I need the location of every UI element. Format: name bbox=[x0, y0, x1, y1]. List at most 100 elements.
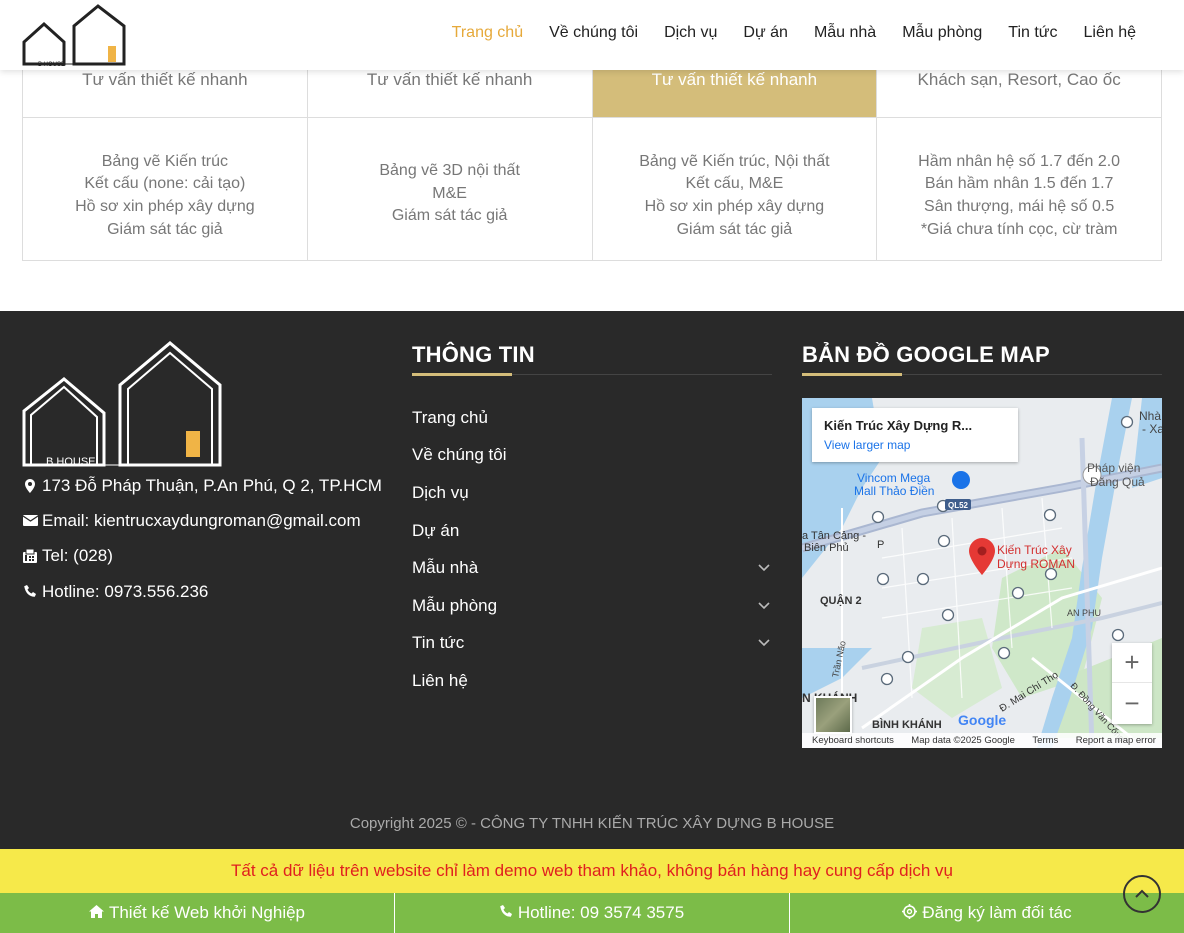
footer-link-home[interactable]: Trang chủ bbox=[412, 399, 772, 437]
map-label: Vincom Mega bbox=[857, 471, 930, 485]
fax-icon bbox=[22, 549, 38, 564]
view-larger-map-link[interactable]: View larger map bbox=[824, 438, 1006, 452]
pricing-column: Tư vấn thiết kế nhanh Bảng vẽ 3D nội thấ… bbox=[307, 51, 593, 260]
phone-icon bbox=[22, 585, 38, 598]
footer-link-label: Mẫu phòng bbox=[412, 595, 498, 615]
footer-link-label: Dự án bbox=[412, 520, 460, 540]
envelope-icon bbox=[22, 515, 38, 527]
terms-link[interactable]: Terms bbox=[1032, 735, 1058, 746]
footer-link-services[interactable]: Dịch vụ bbox=[412, 474, 772, 512]
nav-item-room-samples[interactable]: Mẫu phòng bbox=[902, 24, 982, 42]
nav-item-news[interactable]: Tin tức bbox=[1008, 24, 1057, 42]
pricing-body: Bảng vẽ 3D nội thất M&E Giám sát tác giả bbox=[308, 118, 592, 260]
footer-link-label: Tin tức bbox=[412, 633, 465, 653]
contact-address-text: 173 Đỗ Pháp Thuận, P.An Phú, Q 2, TP.HCM bbox=[42, 475, 382, 495]
info-heading-divider bbox=[412, 373, 772, 376]
home-icon bbox=[88, 904, 104, 922]
pricing-item: Kết cấu, M&E bbox=[685, 175, 784, 193]
pricing-item: Bảng vẽ Kiến trúc, Nội thất bbox=[639, 152, 830, 170]
map-pin-label: Dựng ROMAN bbox=[997, 557, 1075, 571]
footer-link-house-samples[interactable]: Mẫu nhà bbox=[412, 549, 772, 587]
site-header: B HOUSE Trang chủ Về chúng tôi Dịch vụ D… bbox=[0, 0, 1184, 70]
contact-address: 173 Đỗ Pháp Thuận, P.An Phú, Q 2, TP.HCM bbox=[22, 468, 382, 503]
google-map[interactable]: Vincom Mega Mall Thảo Điền QL52 a Tân Cả… bbox=[802, 398, 1162, 748]
info-heading: THÔNG TIN bbox=[412, 342, 535, 367]
map-label: Biên Phủ bbox=[804, 542, 849, 554]
map-label: AN PHU bbox=[1067, 608, 1101, 618]
map-heading: BẢN ĐỒ GOOGLE MAP bbox=[802, 342, 1050, 367]
contact-email: Email: kientrucxaydungroman@gmail.com bbox=[22, 503, 382, 538]
contact-email-text[interactable]: Email: kientrucxaydungroman@gmail.com bbox=[42, 511, 361, 531]
footer-links: Trang chủ Về chúng tôi Dịch vụ Dự án Mẫu… bbox=[412, 399, 772, 700]
copyright: Copyright 2025 © - CÔNG TY TNHH KIẾN TRÚ… bbox=[349, 815, 835, 832]
hotline-button[interactable]: Hotline: 09 3574 3575 bbox=[395, 893, 790, 933]
footer-link-label: Về chúng tôi bbox=[412, 445, 507, 465]
nav-item-services[interactable]: Dịch vụ bbox=[664, 24, 717, 42]
map-label: Mall Thảo Điền bbox=[854, 484, 934, 498]
keyboard-shortcuts-link[interactable]: Keyboard shortcuts bbox=[812, 735, 894, 746]
chevron-down-icon[interactable] bbox=[758, 561, 770, 575]
nav-item-contact[interactable]: Liên hệ bbox=[1084, 24, 1137, 42]
pricing-item: Bán hầm nhân 1.5 đến 1.7 bbox=[924, 175, 1114, 193]
map-zoom-controls: + − bbox=[1112, 643, 1152, 724]
footer-link-news[interactable]: Tin tức bbox=[412, 625, 772, 663]
contact-hotline: Hotline: 0973.556.236 bbox=[22, 574, 382, 609]
main-nav: Trang chủ Về chúng tôi Dịch vụ Dự án Mẫu… bbox=[426, 24, 1136, 42]
contact-list: 173 Đỗ Pháp Thuận, P.An Phú, Q 2, TP.HCM… bbox=[22, 468, 382, 609]
pricing-column: Tư vấn thiết kế nhanh Bảng vẽ Kiến trúc … bbox=[23, 51, 308, 260]
chevron-up-icon bbox=[1135, 885, 1149, 903]
satellite-toggle[interactable] bbox=[814, 696, 852, 734]
startup-web-label: Thiết kế Web khởi Nghiệp bbox=[108, 903, 306, 922]
startup-web-button[interactable]: Thiết kế Web khởi Nghiệp bbox=[0, 893, 395, 933]
map-data-text: Map data ©2025 Google bbox=[911, 735, 1015, 746]
map-label: Nhà bbox=[1139, 409, 1161, 423]
footer-link-contact[interactable]: Liên hệ bbox=[412, 662, 772, 700]
pricing-item: Hồ sơ xin phép xây dựng bbox=[644, 198, 825, 215]
chevron-down-icon[interactable] bbox=[758, 636, 770, 650]
pricing-item: Giám sát tác giả bbox=[107, 220, 223, 238]
report-map-error-link[interactable]: Report a map error bbox=[1076, 735, 1156, 746]
zoom-out-button[interactable]: − bbox=[1112, 683, 1152, 723]
map-label: Đăng Quả bbox=[1090, 475, 1145, 489]
hotline-label: Hotline: 09 3574 3575 bbox=[517, 903, 685, 922]
map-label: QL52 bbox=[948, 501, 969, 510]
pricing-item: Hồ sơ xin phép xây dựng bbox=[75, 198, 255, 215]
logo-text: B HOUSE bbox=[38, 62, 65, 68]
map-place-name: Kiến Trúc Xây Dựng R... bbox=[824, 418, 973, 433]
pricing-item: Giám sát tác giả bbox=[676, 220, 793, 238]
pricing-item: Sân thượng, mái hệ số 0.5 bbox=[924, 198, 1115, 215]
map-label: QUẬN 2 bbox=[820, 594, 862, 607]
contact-hotline-text[interactable]: Hotline: 0973.556.236 bbox=[42, 582, 208, 602]
map-label: - Xa bbox=[1142, 422, 1162, 436]
nav-item-home[interactable]: Trang chủ bbox=[452, 24, 523, 42]
footer-link-projects[interactable]: Dự án bbox=[412, 512, 772, 550]
zoom-in-button[interactable]: + bbox=[1112, 643, 1152, 683]
nav-item-about[interactable]: Về chúng tôi bbox=[549, 24, 638, 42]
nav-item-projects[interactable]: Dự án bbox=[743, 24, 788, 42]
demo-notice: Tất cả dữ liệu trên website chỉ làm demo… bbox=[0, 849, 1184, 893]
pricing-body: Bảng vẽ Kiến trúc Kết cấu (none: cải tạo… bbox=[23, 118, 307, 260]
nav-item-house-samples[interactable]: Mẫu nhà bbox=[814, 24, 876, 42]
footer-link-room-samples[interactable]: Mẫu phòng bbox=[412, 587, 772, 625]
google-logo: Google bbox=[958, 712, 1007, 728]
pricing-item: Giám sát tác giả bbox=[391, 207, 508, 225]
chevron-down-icon[interactable] bbox=[758, 599, 770, 613]
bhouse-logo[interactable]: B HOUSE bbox=[22, 4, 128, 68]
pricing-item: Kết cấu (none: cải tạo) bbox=[84, 175, 246, 193]
footer-logo-text: B HOUSE bbox=[46, 456, 96, 467]
gear-icon bbox=[902, 903, 918, 923]
contact-tel: Tel: (028) bbox=[22, 539, 382, 574]
footer-link-about[interactable]: Về chúng tôi bbox=[412, 437, 772, 475]
map-label: BÌNH KHÁNH bbox=[872, 718, 942, 731]
pricing-item: Hầm nhân hệ số 1.7 đến 2.0 bbox=[918, 152, 1121, 170]
footer-link-label: Liên hệ bbox=[412, 670, 468, 690]
pricing-item: Bảng vẽ 3D nội thất bbox=[379, 162, 520, 179]
map-label: a Tân Cảng - bbox=[802, 530, 866, 542]
site-footer: B HOUSE 173 Đỗ Pháp Thuận, P.An Phú, Q 2… bbox=[0, 311, 1184, 849]
map-label: P bbox=[877, 539, 884, 551]
bottom-action-bar: Thiết kế Web khởi Nghiệp Hotline: 09 357… bbox=[0, 893, 1184, 933]
footer-logo: B HOUSE bbox=[22, 341, 222, 467]
map-pin-label: Kiến Trúc Xây bbox=[997, 543, 1072, 557]
scroll-to-top-button[interactable] bbox=[1123, 875, 1161, 913]
footer-link-label: Mẫu nhà bbox=[412, 558, 479, 578]
